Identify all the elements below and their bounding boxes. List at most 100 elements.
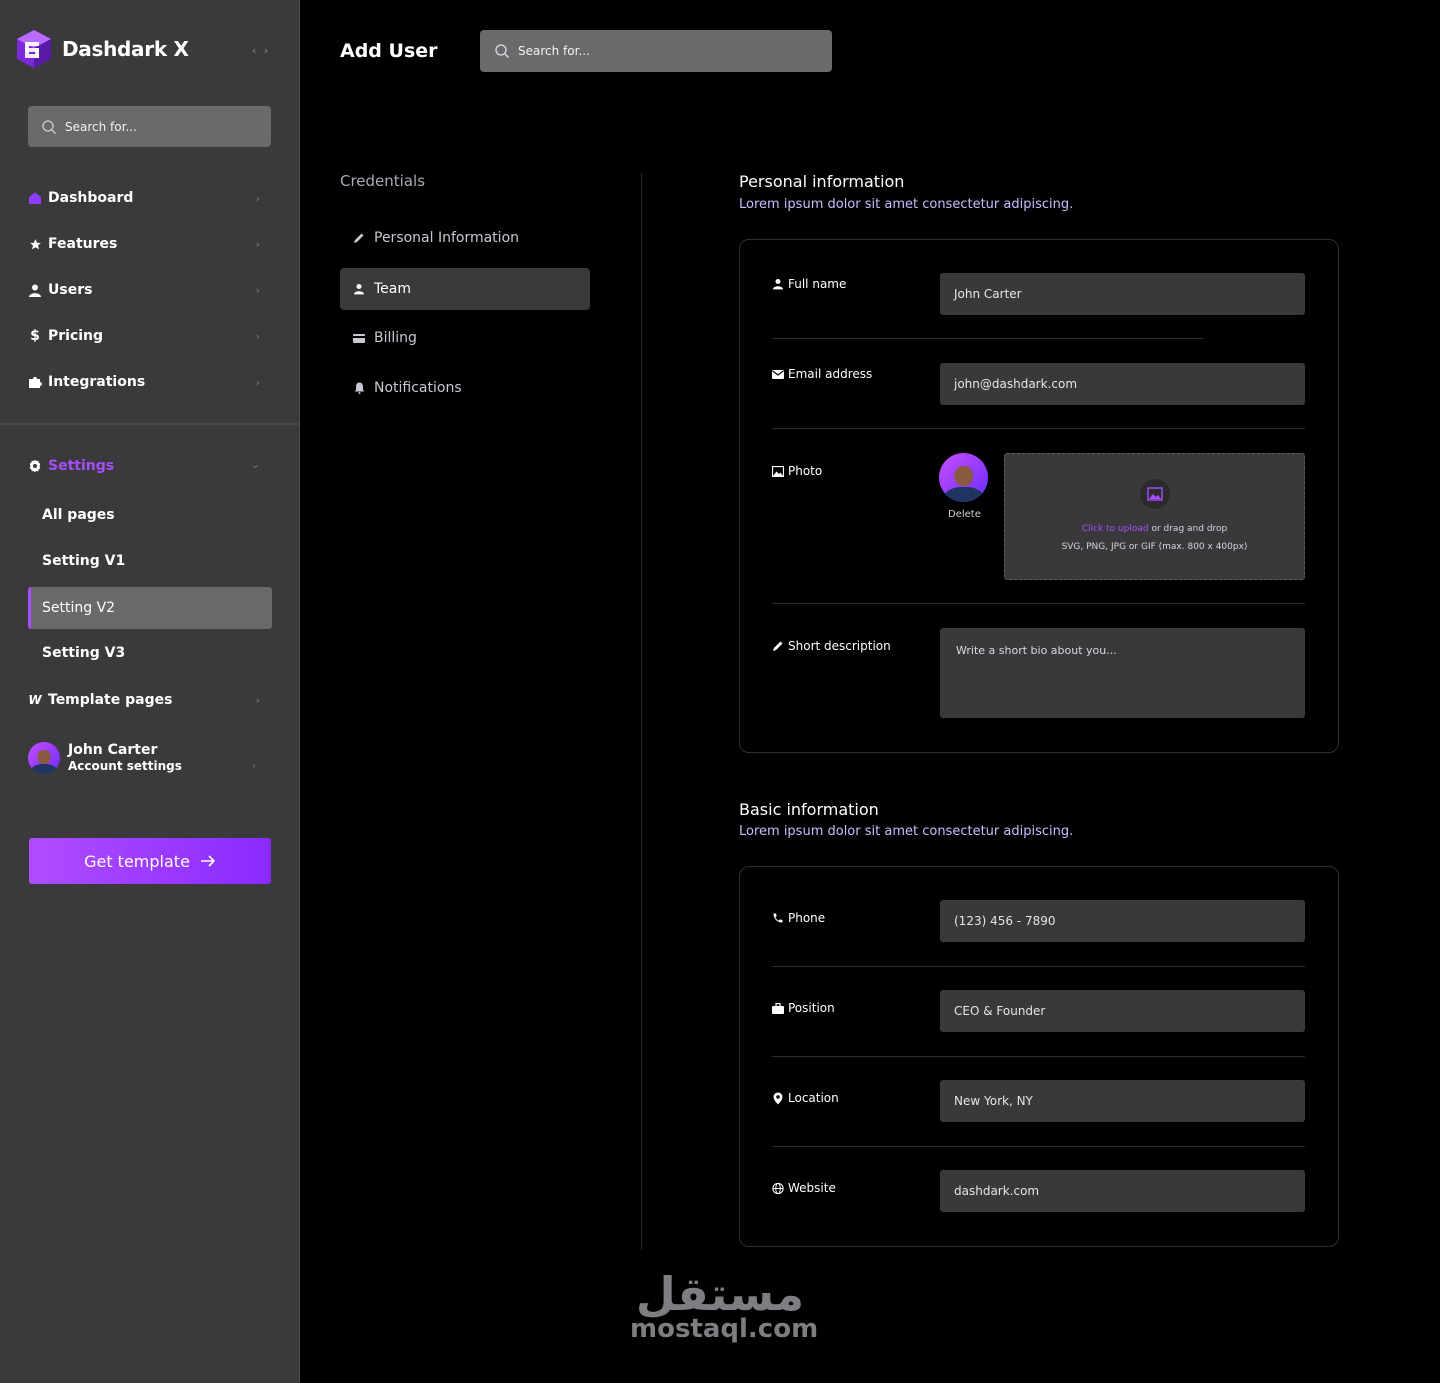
tab-personal-information[interactable]: Personal Information bbox=[340, 217, 590, 259]
email-field[interactable]: john@dashdark.com bbox=[940, 363, 1305, 405]
website-field[interactable]: dashdark.com bbox=[940, 1170, 1305, 1212]
search-placeholder: Search for... bbox=[518, 44, 590, 58]
account-settings[interactable]: John Carter Account settings › bbox=[28, 742, 256, 774]
puzzle-icon bbox=[28, 375, 42, 389]
tab-label: Team bbox=[374, 281, 412, 297]
chevron-right-icon: › bbox=[255, 192, 260, 205]
avatar bbox=[28, 742, 60, 774]
location-value: New York, NY bbox=[954, 1094, 1033, 1108]
photo-upload-dropzone[interactable]: Click to upload or drag and drop SVG, PN… bbox=[1004, 453, 1305, 580]
sidebar-subitem-all-pages[interactable]: All pages bbox=[42, 507, 115, 523]
sidebar-divider bbox=[0, 423, 300, 425]
row-divider bbox=[772, 428, 1305, 429]
tab-label: Personal Information bbox=[374, 230, 520, 246]
sidebar-search-input[interactable]: Search for... bbox=[28, 106, 271, 147]
row-divider bbox=[772, 1146, 1305, 1147]
home-icon bbox=[28, 191, 42, 205]
position-value: CEO & Founder bbox=[954, 1004, 1046, 1018]
dollar-icon: $ bbox=[30, 328, 40, 344]
brand-name: Dashdark X bbox=[62, 37, 189, 61]
sidebar-item-label: Users bbox=[48, 282, 93, 298]
sidebar-item-dashboard[interactable]: Dashboard › bbox=[28, 186, 260, 210]
upload-text: or drag and drop bbox=[1148, 524, 1228, 534]
section-divider bbox=[641, 173, 642, 1250]
chevron-right-icon: › bbox=[255, 238, 260, 251]
website-value: dashdark.com bbox=[954, 1184, 1040, 1198]
sidebar-item-label: Features bbox=[48, 236, 118, 252]
bell-icon bbox=[352, 382, 366, 394]
header-search-input[interactable]: Search for... bbox=[480, 30, 832, 72]
location-label: Location bbox=[772, 1091, 839, 1105]
sidebar-item-settings[interactable]: Settings ⌄ bbox=[28, 454, 260, 478]
short-description-label: Short description bbox=[772, 639, 891, 653]
credentials-title: Credentials bbox=[340, 172, 426, 190]
user-icon bbox=[28, 283, 42, 297]
sidebar-subitem-setting-v2[interactable]: Setting V2 bbox=[28, 587, 272, 629]
account-name: John Carter bbox=[68, 742, 158, 758]
globe-icon bbox=[772, 1182, 784, 1195]
chevron-right-icon: › bbox=[255, 330, 260, 343]
chevron-down-icon: ⌄ bbox=[250, 458, 260, 471]
location-field[interactable]: New York, NY bbox=[940, 1080, 1305, 1122]
personal-section-title: Personal information bbox=[739, 172, 905, 191]
sidebar-subitem-setting-v3[interactable]: Setting V3 bbox=[42, 645, 125, 661]
row-divider bbox=[772, 338, 1204, 339]
sidebar-subitem-setting-v1[interactable]: Setting V1 bbox=[42, 553, 125, 569]
sidebar-item-label: Integrations bbox=[48, 374, 146, 390]
sidebar-item-label: Settings bbox=[48, 458, 115, 474]
get-template-label: Get template bbox=[84, 851, 190, 871]
search-icon bbox=[42, 119, 56, 134]
sidebar-item-users[interactable]: Users › bbox=[28, 278, 260, 302]
short-description-textarea[interactable]: Write a short bio about you... bbox=[940, 628, 1305, 718]
phone-value: (123) 456 - 7890 bbox=[954, 914, 1056, 928]
briefcase-icon bbox=[772, 1002, 784, 1014]
sidebar: Dashdark X ‹ › Search for... Dashboard ›… bbox=[0, 0, 300, 1383]
sidebar-item-template-pages[interactable]: W Template pages › bbox=[28, 688, 260, 712]
sidebar-item-pricing[interactable]: $ Pricing › bbox=[28, 324, 260, 348]
sidebar-item-label: Dashboard bbox=[48, 190, 134, 206]
arrow-right-icon bbox=[200, 855, 216, 867]
basic-section-title: Basic information bbox=[739, 800, 879, 819]
delete-photo-button[interactable]: Delete bbox=[948, 509, 981, 520]
watermark: مستقل mostaql.com bbox=[630, 1266, 819, 1344]
position-field[interactable]: CEO & Founder bbox=[940, 990, 1305, 1032]
get-template-button[interactable]: Get template bbox=[29, 838, 271, 884]
user-icon bbox=[352, 283, 366, 295]
sidebar-item-label: Pricing bbox=[48, 328, 104, 344]
tab-notifications[interactable]: Notifications bbox=[340, 367, 590, 409]
sidebar-item-integrations[interactable]: Integrations › bbox=[28, 370, 260, 394]
card-icon bbox=[352, 333, 366, 343]
chevron-right-icon: › bbox=[255, 694, 260, 707]
sidebar-item-features[interactable]: Features › bbox=[28, 232, 260, 256]
phone-field[interactable]: (123) 456 - 7890 bbox=[940, 900, 1305, 942]
watermark-latin: mostaql.com bbox=[630, 1314, 819, 1344]
chevron-right-icon: › bbox=[252, 759, 257, 772]
brand[interactable]: Dashdark X bbox=[14, 28, 189, 70]
chevron-right-icon: › bbox=[255, 284, 260, 297]
sidebar-subitem-label: Setting V2 bbox=[42, 600, 116, 616]
row-divider bbox=[772, 966, 1305, 967]
phone-label: Phone bbox=[772, 911, 825, 925]
gear-icon bbox=[28, 459, 42, 473]
brand-logo-icon bbox=[17, 30, 51, 68]
click-to-upload-link[interactable]: Click to upload bbox=[1082, 524, 1149, 534]
full-name-field[interactable]: John Carter bbox=[940, 273, 1305, 315]
pencil-icon bbox=[352, 232, 366, 244]
email-value: john@dashdark.com bbox=[954, 377, 1078, 391]
tab-team[interactable]: Team bbox=[340, 268, 590, 310]
row-divider bbox=[772, 603, 1305, 604]
page-title: Add User bbox=[340, 40, 438, 62]
star-icon bbox=[28, 237, 42, 251]
tab-billing[interactable]: Billing bbox=[340, 317, 590, 359]
profile-photo bbox=[939, 453, 988, 502]
webflow-icon: W bbox=[28, 693, 42, 707]
account-subtitle: Account settings bbox=[68, 759, 182, 773]
position-label: Position bbox=[772, 1001, 835, 1015]
personal-section-subtitle: Lorem ipsum dolor sit amet consectetur a… bbox=[739, 197, 1074, 212]
textarea-placeholder: Write a short bio about you... bbox=[956, 644, 1117, 657]
upload-image-icon bbox=[1140, 479, 1170, 509]
pencil-icon bbox=[772, 640, 784, 652]
collapse-sidebar-icon[interactable]: ‹ › bbox=[252, 44, 270, 57]
user-icon bbox=[772, 278, 784, 290]
sidebar-item-label: Template pages bbox=[48, 692, 173, 708]
